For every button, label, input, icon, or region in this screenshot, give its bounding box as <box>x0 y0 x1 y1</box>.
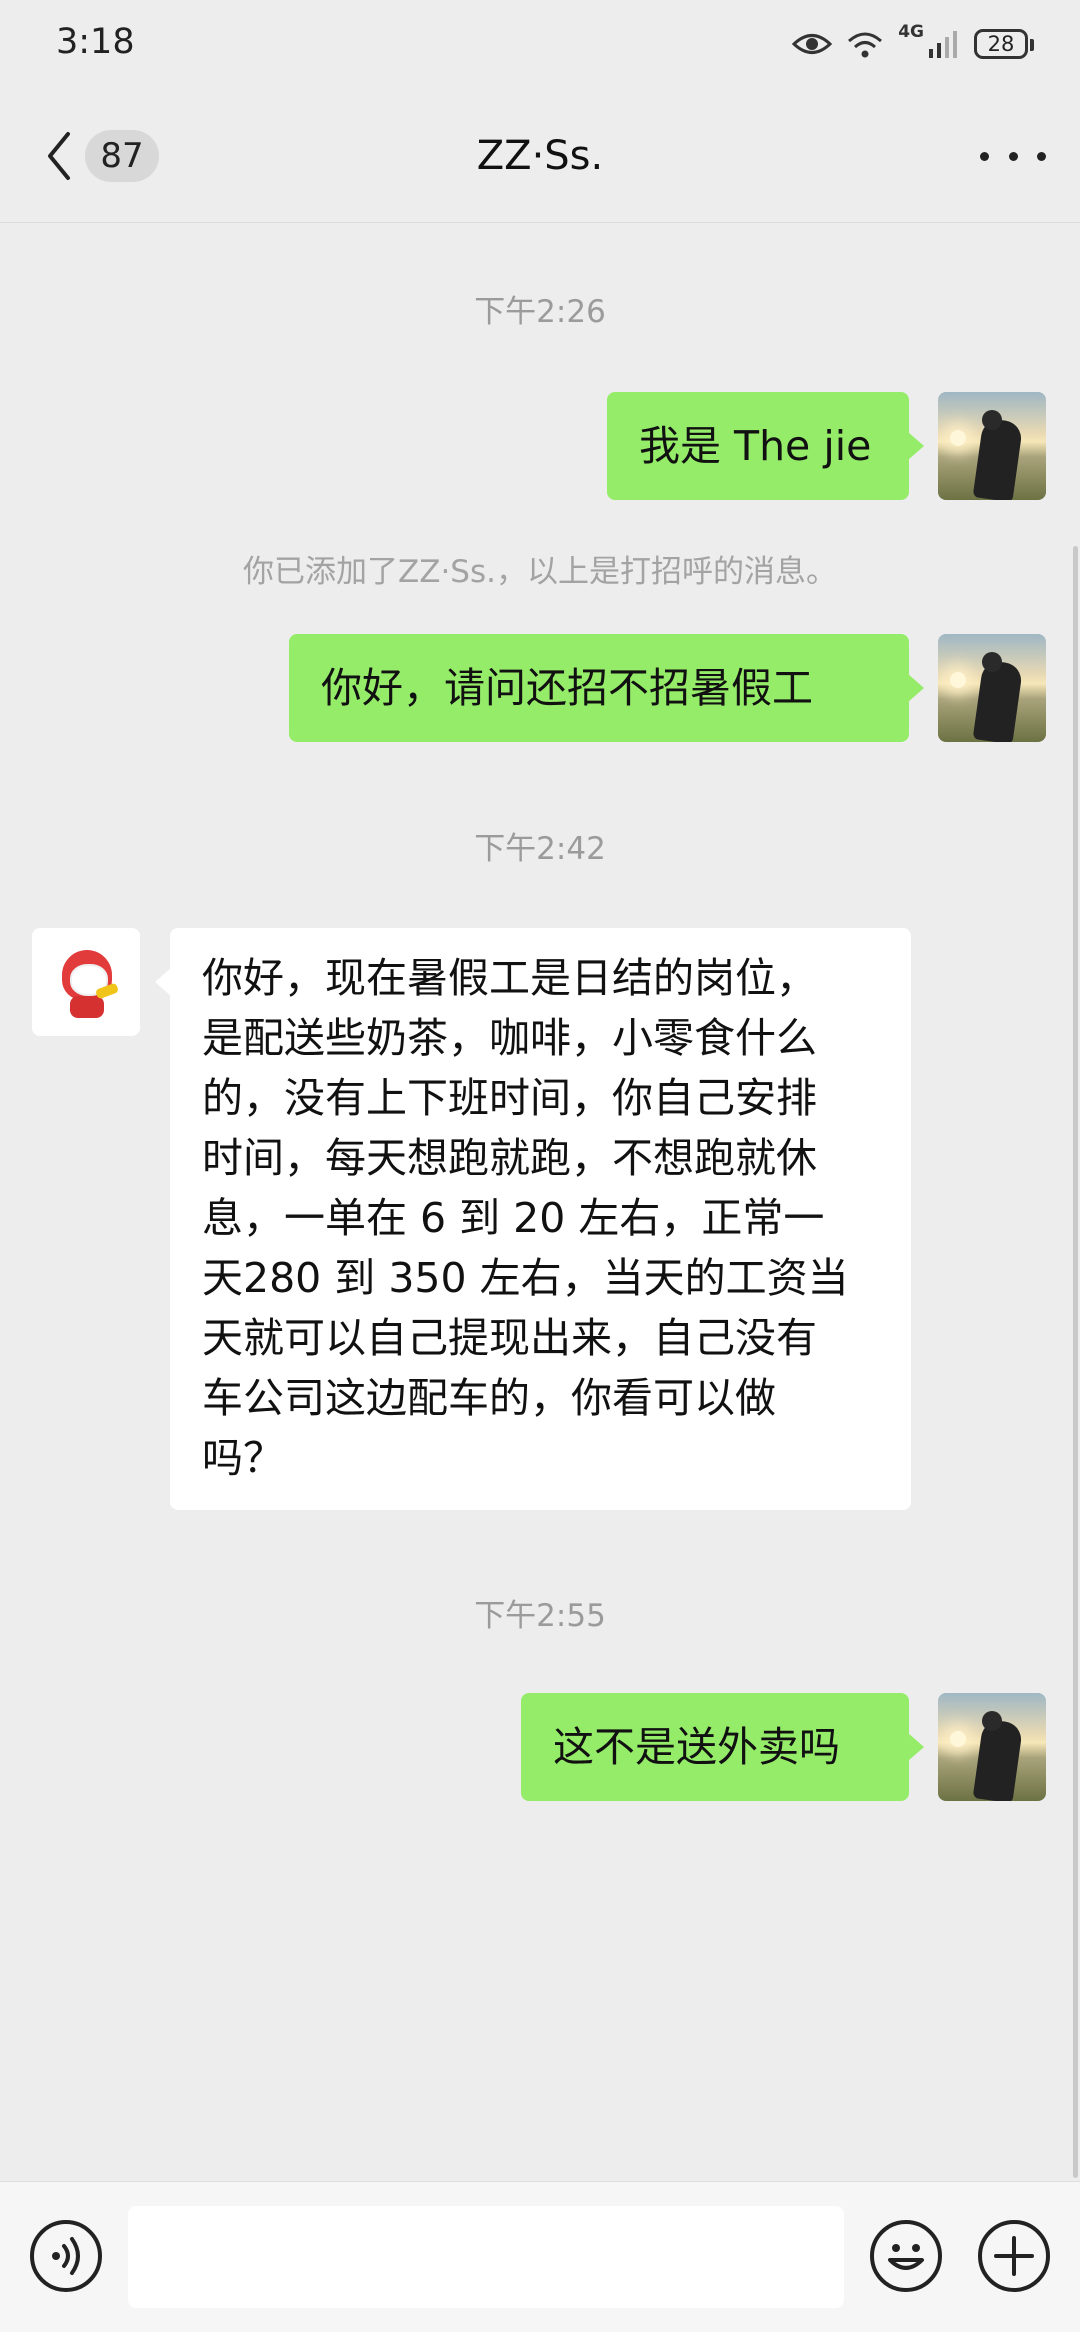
emoji-glyph <box>888 2244 924 2270</box>
message-line: 是配送些奶茶，咖啡，小零食什么 <box>202 1014 817 1062</box>
plus-glyph <box>994 2236 1034 2276</box>
timestamp: 下午2:26 <box>474 294 606 330</box>
voice-icon[interactable] <box>30 2220 102 2292</box>
chat-title: ZZ·Ss. <box>476 133 604 179</box>
message-line: 车公司这边配车的，你看可以做 <box>202 1374 776 1422</box>
plus-icon[interactable] <box>978 2220 1050 2292</box>
status-bar: 3:18 4G 28 <box>0 0 1080 90</box>
message-input[interactable] <box>128 2206 844 2308</box>
chat-header: 87 ZZ·Ss. <box>0 90 1080 223</box>
message-line: 息，一单在 6 到 20 左右，正常一 <box>202 1194 825 1242</box>
dot <box>980 151 989 161</box>
message-bubble-outgoing[interactable]: 这不是送外卖吗 <box>521 1693 924 1801</box>
battery-icon: 28 <box>974 29 1034 59</box>
avatar-head <box>982 1711 1002 1731</box>
avatar-figure <box>972 417 1024 500</box>
avatar-figure <box>972 659 1024 742</box>
avatar-sun <box>950 672 966 688</box>
contact-avatar[interactable] <box>32 928 140 1036</box>
message-text: 这不是送外卖吗 <box>553 1723 840 1771</box>
more-dots-icon[interactable] <box>980 134 1046 178</box>
unread-count-badge[interactable]: 87 <box>85 130 159 182</box>
message-line: 的，没有上下班时间，你自己安排 <box>202 1074 817 1122</box>
emoji-icon[interactable] <box>870 2220 942 2292</box>
message-line: 天280 到 350 左右，当天的工资当 <box>202 1254 849 1302</box>
message-bubble-incoming[interactable]: 你好，现在暑假工是日结的岗位， 是配送些奶茶，咖啡，小零食什么 的，没有上下班时… <box>155 928 911 1510</box>
status-icons: 4G 28 <box>792 22 1034 66</box>
signal-icon <box>929 31 957 58</box>
message-line: 吗？ <box>202 1434 284 1482</box>
message-text: 你好，请问还招不招暑假工 <box>321 664 813 712</box>
my-avatar[interactable] <box>938 392 1046 500</box>
message-line: 时间，每天想跑就跑，不想跑就休 <box>202 1134 817 1182</box>
avatar-figure <box>972 1718 1024 1801</box>
timestamp: 下午2:55 <box>474 1598 606 1634</box>
avatar-body <box>70 996 104 1018</box>
wifi-icon <box>848 32 883 58</box>
message-bubble-outgoing[interactable]: 你好，请问还招不招暑假工 <box>289 634 924 742</box>
dot <box>1037 151 1046 161</box>
chat-messages[interactable]: 下午2:26 我是 The jie 你已添加了ZZ·Ss.，以上是打招呼的消息。… <box>0 223 1080 2181</box>
voice-glyph <box>52 2237 80 2275</box>
avatar-sun <box>950 430 966 446</box>
avatar-sun <box>950 1731 966 1747</box>
message-line: 你好，现在暑假工是日结的岗位， <box>202 954 817 1002</box>
chevron-left-icon[interactable] <box>38 126 78 186</box>
dot <box>1008 151 1018 161</box>
timestamp: 下午2:42 <box>474 831 606 867</box>
avatar-head <box>982 410 1002 430</box>
message-line: 天就可以自己提现出来，自己没有 <box>202 1314 817 1362</box>
network-type: 4G <box>898 22 924 42</box>
eye-icon <box>792 34 833 54</box>
system-notice: 你已添加了ZZ·Ss.，以上是打招呼的消息。 <box>242 554 837 590</box>
status-time: 3:18 <box>56 22 135 62</box>
avatar-head <box>982 652 1002 672</box>
scrollbar[interactable] <box>1073 546 1078 2178</box>
input-bar <box>0 2181 1080 2332</box>
battery-level: 28 <box>987 32 1015 56</box>
message-bubble-outgoing[interactable]: 我是 The jie <box>607 392 924 500</box>
my-avatar[interactable] <box>938 1693 1046 1801</box>
message-text: 我是 The jie <box>639 422 872 470</box>
my-avatar[interactable] <box>938 634 1046 742</box>
